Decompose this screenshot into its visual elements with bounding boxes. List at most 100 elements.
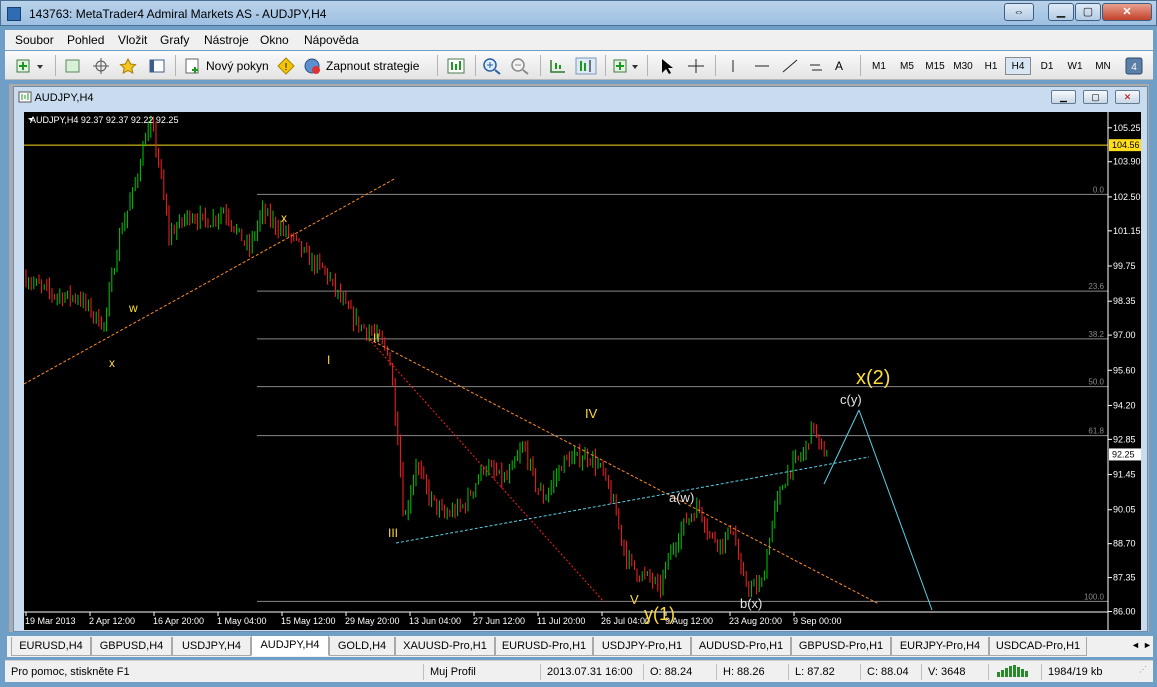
tab-gbpusd-h4[interactable]: GBPUSD,H4: [91, 637, 172, 656]
chart-maximize-button[interactable]: ▢: [1083, 90, 1108, 104]
tf-w1[interactable]: W1: [1062, 57, 1088, 75]
projection-line-up: [823, 409, 860, 485]
tf-m5[interactable]: M5: [894, 57, 920, 75]
favorites-star-icon[interactable]: [117, 55, 139, 76]
chart-window-title-text: AUDJPY,H4: [34, 92, 94, 104]
status-profile[interactable]: Muj Profil: [423, 664, 476, 680]
wave-label-bx: b(x): [740, 596, 762, 611]
window-title: 143763: MetaTrader4 Admiral Markets AS -…: [29, 7, 327, 21]
zoom-out-icon[interactable]: [509, 55, 531, 76]
tf-h4[interactable]: H4: [1005, 57, 1031, 75]
periodicity-icon[interactable]: 4: [1125, 55, 1143, 76]
menu-grafy[interactable]: Grafy: [160, 33, 189, 47]
chart-close-button[interactable]: ✕: [1115, 90, 1140, 104]
maximize-button[interactable]: ▢: [1075, 3, 1101, 21]
tf-m1[interactable]: M1: [866, 57, 892, 75]
y-tick-label: 87.35: [1113, 573, 1136, 583]
expert-advisor-button[interactable]: Zapnout strategie: [302, 55, 419, 76]
profiles-icon[interactable]: [63, 55, 83, 76]
menu-napoveda[interactable]: Nápověda: [304, 33, 359, 47]
y-tick-label: 86.00: [1113, 606, 1136, 616]
trendline-decline: [368, 338, 605, 603]
status-bar: Pro pomoc, stiskněte F1 Muj Profil 2013.…: [5, 660, 1153, 682]
text-tool-icon[interactable]: A: [835, 55, 843, 76]
x-tick-label: 26 Jul 04:00: [601, 616, 650, 626]
x-tick-label: 19 Mar 2013: [25, 616, 76, 626]
crosshair-move-icon[interactable]: [91, 55, 111, 76]
resize-grip-icon[interactable]: ⋰: [1139, 665, 1149, 679]
strategy-label: Zapnout strategie: [326, 58, 420, 73]
tf-mn[interactable]: MN: [1090, 57, 1116, 75]
new-order-label: Nový pokyn: [206, 58, 269, 73]
chart-properties-icon[interactable]: [445, 55, 467, 76]
wave-label-iv: IV: [585, 406, 598, 421]
tab-eurusd-pro-h1[interactable]: EURUSD-Pro,H1: [495, 637, 593, 656]
status-volume: V: 3648: [921, 664, 966, 680]
tf-m30[interactable]: M30: [950, 57, 976, 75]
close-button[interactable]: ✕: [1102, 3, 1152, 21]
fib-level-label: 50.0: [1088, 378, 1104, 387]
tab-scroll-right-icon[interactable]: ►: [1143, 640, 1152, 650]
chart-window-icon: [18, 91, 32, 103]
channel-icon[interactable]: [808, 55, 826, 76]
menu-pohled[interactable]: Pohled: [67, 33, 104, 47]
tf-h1[interactable]: H1: [978, 57, 1004, 75]
x-tick-label: 9 Sep 00:00: [793, 616, 842, 626]
trendline-support: [24, 177, 397, 385]
tab-audjpy-h4[interactable]: AUDJPY,H4: [251, 636, 329, 656]
menu-soubor[interactable]: Soubor: [15, 33, 54, 47]
x-tick-label: 11 Jul 20:00: [537, 616, 585, 626]
y-tick-label: 99.75: [1113, 261, 1136, 271]
new-chart-button[interactable]: [15, 55, 45, 76]
horizontal-line-icon[interactable]: [753, 55, 771, 76]
tab-usdcad-pro-h1[interactable]: USDCAD-Pro,H1: [989, 637, 1087, 656]
navigator-icon[interactable]: [147, 55, 167, 76]
x-tick-label: 15 May 12:00: [281, 616, 336, 626]
status-datetime: 2013.07.31 16:00: [540, 664, 633, 680]
y-tick-label: 98.35: [1113, 296, 1136, 306]
tab-eurusd-h4[interactable]: EURUSD,H4: [11, 637, 91, 656]
zoom-in-icon[interactable]: [481, 55, 503, 76]
tf-d1[interactable]: D1: [1034, 57, 1060, 75]
x-tick-label: 2 Apr 12:00: [89, 616, 135, 626]
menu-okno[interactable]: Okno: [260, 33, 289, 47]
tab-eurjpy-pro-h4[interactable]: EURJPY-Pro,H4: [891, 637, 989, 656]
restore-arrows-icon[interactable]: ⇔: [1004, 3, 1034, 21]
y-tick-label: 91.45: [1113, 470, 1136, 480]
price-chart[interactable]: 0.0 23.6 38.2 50.0 61.8 100.0 105.25 103.90 102…: [24, 112, 1141, 630]
y-tick-label: 94.20: [1113, 400, 1136, 410]
tab-gbpusd-pro-h1[interactable]: GBPUSD-Pro,H1: [791, 637, 891, 656]
tab-audusd-pro-h1[interactable]: AUDUSD-Pro,H1: [691, 637, 791, 656]
x-tick-label: 1 May 04:00: [217, 616, 267, 626]
menu-vlozit[interactable]: Vložit: [118, 33, 147, 47]
chart-minimize-button[interactable]: ▁: [1051, 90, 1076, 104]
tab-xauusd-pro-h1[interactable]: XAUUSD-Pro,H1: [395, 637, 495, 656]
warning-icon[interactable]: !: [277, 55, 295, 76]
fib-level-label: 100.0: [1084, 592, 1105, 601]
chart-shift-icon[interactable]: [575, 55, 597, 76]
x-tick-label: 13 Jun 04:00: [409, 616, 461, 626]
x-tick-label: 23 Aug 20:00: [729, 616, 782, 626]
cursor-tool-icon[interactable]: [656, 55, 676, 76]
title-bar: 143763: MetaTrader4 Admiral Markets AS -…: [0, 0, 1157, 26]
tab-usdjpy-h4[interactable]: USDJPY,H4: [172, 637, 251, 656]
chart-plot[interactable]: 0.0 23.6 38.2 50.0 61.8 100.0 105.25 103.90 102…: [24, 112, 1141, 630]
tab-gold-h4[interactable]: GOLD,H4: [329, 637, 395, 656]
vertical-line-icon[interactable]: [725, 55, 741, 76]
fib-level-label: 61.8: [1088, 427, 1104, 436]
status-close: C: 88.04: [860, 664, 909, 680]
tab-usdjpy-pro-h1[interactable]: USDJPY-Pro,H1: [593, 637, 691, 656]
crosshair-tool-icon[interactable]: [686, 55, 706, 76]
trendline-icon[interactable]: [781, 55, 799, 76]
indicators-button[interactable]: [612, 55, 642, 76]
fib-level-label: 38.2: [1088, 330, 1104, 339]
tf-m15[interactable]: M15: [922, 57, 948, 75]
tab-scroll-left-icon[interactable]: ◄: [1131, 640, 1140, 650]
minimize-button[interactable]: ▁: [1048, 3, 1074, 21]
auto-scroll-icon[interactable]: [547, 55, 569, 76]
menu-nastroje[interactable]: Nástroje: [204, 33, 249, 47]
new-order-button[interactable]: Nový pokyn: [183, 55, 269, 76]
status-traffic: 1984/19 kb: [1041, 664, 1102, 680]
last-price-label: 92.25: [1112, 449, 1135, 459]
fib-level-label: 23.6: [1088, 282, 1104, 291]
